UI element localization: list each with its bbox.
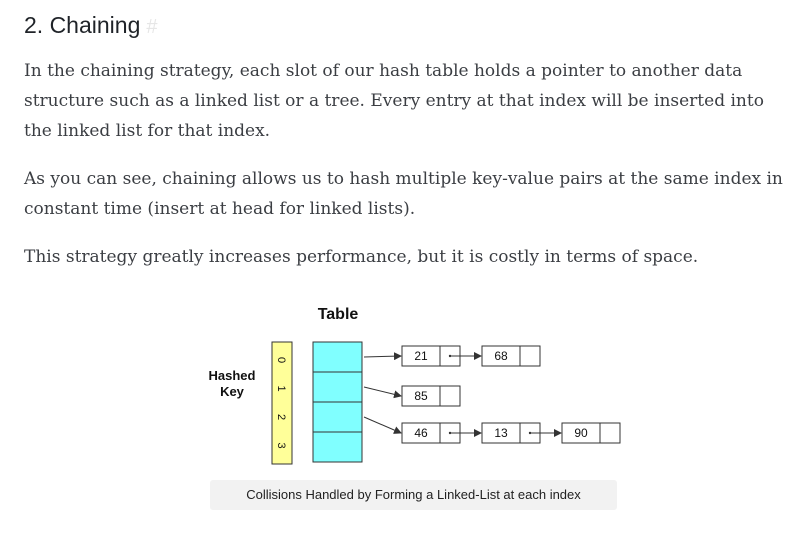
hashed-key-index: 2: [275, 414, 287, 420]
chaining-diagram-svg: Table Hashed Key 0 1 2 3 21 68 85 46 13 90: [209, 306, 621, 465]
linked-list-chains: 21 68 85 46 13 90: [363, 345, 621, 444]
list-node-value: 90: [574, 426, 588, 440]
list-node-value: 21: [414, 349, 428, 363]
list-node-value: 85: [414, 389, 428, 403]
list-node-pointer-box: [599, 422, 621, 444]
section-title: 2. Chaining: [24, 12, 141, 38]
hash-table-slot: [312, 341, 363, 373]
chaining-diagram: Table Hashed Key 0 1 2 3 21 68 85 46 13 90: [0, 290, 808, 490]
paragraph-chaining-benefit: As you can see, chaining allows us to ha…: [24, 169, 783, 219]
hashed-key-index: 1: [275, 385, 287, 391]
hashed-key-label-line1: Hashed: [209, 368, 256, 383]
hash-table-slot: [312, 431, 363, 463]
section-heading: 2. Chaining #: [24, 10, 157, 42]
hash-table-slot: [312, 401, 363, 433]
diagram-title: Table: [318, 306, 359, 323]
list-node-value: 68: [494, 349, 508, 363]
hashed-key-label-line2: Key: [220, 384, 245, 399]
hashed-key-column: 0 1 2 3: [271, 341, 293, 465]
paragraph-chaining-intro: In the chaining strategy, each slot of o…: [24, 61, 764, 141]
slot-pointer-arrow: [363, 416, 402, 434]
list-node-value: 46: [414, 426, 428, 440]
slot-pointer-arrow: [363, 386, 402, 399]
heading-anchor-link[interactable]: #: [146, 16, 157, 38]
list-node-pointer-box: [439, 385, 461, 407]
list-node-pointer-box: [519, 345, 541, 367]
figure-caption: Collisions Handled by Forming a Linked-L…: [210, 480, 617, 510]
hash-table-slot: [312, 371, 363, 403]
list-node-value: 13: [494, 426, 508, 440]
hash-table-slots: [312, 341, 363, 463]
hashed-key-index: 3: [275, 442, 287, 448]
paragraph-chaining-cost: This strategy greatly increases performa…: [24, 247, 699, 267]
hashed-key-index: 0: [275, 357, 287, 363]
slot-pointer-arrow: [363, 352, 402, 361]
